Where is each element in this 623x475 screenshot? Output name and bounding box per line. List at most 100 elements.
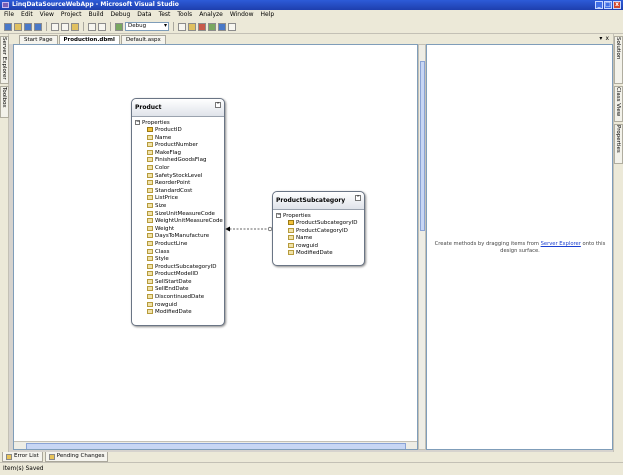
save-icon[interactable] xyxy=(24,22,32,31)
entity-property[interactable]: DiscontinuedDate xyxy=(132,294,224,302)
menu-analyze[interactable]: Analyze xyxy=(199,10,223,20)
tab-list-dropdown-icon[interactable]: ▾ xyxy=(599,35,602,42)
property-name: SellStartDate xyxy=(155,278,192,285)
menu-test[interactable]: Test xyxy=(159,10,171,20)
entity-property[interactable]: ProductSubcategoryID xyxy=(132,263,224,272)
menu-tools[interactable]: Tools xyxy=(177,10,192,20)
entity-property[interactable]: Size xyxy=(132,202,224,211)
new-project-icon[interactable] xyxy=(4,22,12,31)
tab-pending-changes[interactable]: Pending Changes xyxy=(44,452,109,462)
toolbox-icon[interactable] xyxy=(198,22,206,31)
entity-property[interactable]: WeightUnitMeasureCode xyxy=(132,218,224,226)
properties-tab[interactable]: Properties xyxy=(614,124,623,164)
server-explorer-link[interactable]: Server Explorer xyxy=(541,241,581,247)
entity-property[interactable]: MakeFlag xyxy=(132,149,224,158)
entity-property[interactable]: FinishedGoodsFlag xyxy=(132,157,224,165)
tab-controls: ▾ x xyxy=(599,35,609,42)
expander-icon[interactable]: − xyxy=(135,120,140,125)
property-name: Class xyxy=(155,248,170,255)
redo-icon[interactable] xyxy=(98,22,106,31)
scroll-thumb[interactable] xyxy=(420,61,425,231)
menu-file[interactable]: File xyxy=(4,10,14,20)
entity-property[interactable]: SellEndDate xyxy=(132,286,224,294)
properties-icon[interactable] xyxy=(208,22,216,31)
vertical-scrollbar[interactable] xyxy=(418,44,426,450)
tab-production-dbml[interactable]: Production.dbml xyxy=(58,35,120,44)
maximize-button[interactable]: □ xyxy=(604,1,612,9)
expander-icon[interactable]: − xyxy=(276,213,281,218)
collapse-icon[interactable]: ⌃ xyxy=(215,102,221,108)
horizontal-scrollbar[interactable] xyxy=(14,441,417,449)
property-name: DaysToManufacture xyxy=(155,233,210,240)
minimize-button[interactable]: _ xyxy=(595,1,603,9)
entity-product[interactable]: Product ⌃ − Properties ProductID Name Produ… xyxy=(131,98,225,326)
menu-debug[interactable]: Debug xyxy=(111,10,131,20)
entity-property[interactable]: ProductModelID xyxy=(132,271,224,279)
designer-surface[interactable]: Product ⌃ − Properties ProductID Name Produ… xyxy=(13,44,418,450)
entity-property[interactable]: SafetyStockLevel xyxy=(132,172,224,181)
entity-productsubcategory[interactable]: ProductSubcategory ⌃ − Properties Product… xyxy=(272,191,365,266)
undo-icon[interactable] xyxy=(88,22,96,31)
entity-property[interactable]: ProductSubcategoryID xyxy=(273,220,364,228)
entity-property[interactable]: ModifiedDate xyxy=(273,250,364,258)
close-button[interactable]: x xyxy=(613,1,621,9)
entity-property[interactable]: ProductNumber xyxy=(132,142,224,150)
entity-property[interactable]: SellStartDate xyxy=(132,278,224,287)
property-icon xyxy=(147,263,153,269)
tab-error-list[interactable]: Error List xyxy=(2,452,43,462)
entity-property[interactable]: Style xyxy=(132,256,224,264)
menu-edit[interactable]: Edit xyxy=(21,10,33,20)
copy-icon[interactable] xyxy=(61,22,69,31)
menu-project[interactable]: Project xyxy=(61,10,82,20)
entity-property[interactable]: StandardCost xyxy=(132,187,224,196)
find-icon[interactable] xyxy=(178,22,186,31)
menu-view[interactable]: View xyxy=(40,10,54,20)
property-icon xyxy=(147,149,153,155)
menu-help[interactable]: Help xyxy=(261,10,275,20)
toolbar-options-icon[interactable] xyxy=(228,22,236,31)
entity-property[interactable]: Class xyxy=(132,248,224,257)
toolbox-tab[interactable]: Toolbox xyxy=(0,86,9,118)
entity-property[interactable]: rowguid xyxy=(132,301,224,310)
solution-explorer-icon[interactable] xyxy=(188,22,196,31)
scroll-thumb[interactable] xyxy=(26,443,406,449)
entity-property[interactable]: Name xyxy=(132,134,224,143)
menu-window[interactable]: Window xyxy=(230,10,254,20)
paste-icon[interactable] xyxy=(71,22,79,31)
class-view-tab[interactable]: Class View xyxy=(614,86,623,122)
close-document-icon[interactable]: x xyxy=(605,35,609,42)
cut-icon[interactable] xyxy=(51,22,59,31)
properties-section[interactable]: − Properties xyxy=(273,213,364,220)
entity-property[interactable]: ReorderPoint xyxy=(132,180,224,188)
entity-property[interactable]: SizeUnitMeasureCode xyxy=(132,210,224,219)
entity-property[interactable]: ListPrice xyxy=(132,195,224,203)
toolbar-separator xyxy=(83,22,84,31)
tab-label: Error List xyxy=(14,453,39,459)
entity-property[interactable]: Weight xyxy=(132,225,224,234)
solution-explorer-tab[interactable]: Solution Explorer xyxy=(606,36,623,84)
collapse-icon[interactable]: ⌃ xyxy=(355,195,361,201)
tab-default-aspx[interactable]: Default.aspx xyxy=(120,35,166,44)
save-all-icon[interactable] xyxy=(34,22,42,31)
tab-start-page[interactable]: Start Page xyxy=(19,35,58,44)
entity-property[interactable]: Color xyxy=(132,164,224,173)
entity-property[interactable]: ProductLine xyxy=(132,240,224,249)
entity-property[interactable]: rowguid xyxy=(273,242,364,251)
object-browser-icon[interactable] xyxy=(218,22,226,31)
property-icon xyxy=(147,134,153,140)
start-debugging-icon[interactable] xyxy=(115,22,123,31)
entity-title: Product xyxy=(135,104,162,111)
solution-configuration-select[interactable]: Debug xyxy=(125,22,169,31)
entity-property[interactable]: ProductID xyxy=(132,127,224,135)
menu-build[interactable]: Build xyxy=(88,10,103,20)
server-explorer-tab[interactable]: Server Explorer xyxy=(0,36,9,84)
entity-property[interactable]: Name xyxy=(273,235,364,243)
entity-property[interactable]: ModifiedDate xyxy=(132,309,224,317)
entity-property[interactable]: DaysToManufacture xyxy=(132,233,224,241)
properties-section[interactable]: − Properties xyxy=(132,120,224,127)
property-icon xyxy=(147,202,153,208)
methods-pane[interactable]: Create methods by dragging items from Se… xyxy=(426,44,613,450)
add-item-icon[interactable] xyxy=(14,22,22,31)
menu-data[interactable]: Data xyxy=(137,10,151,20)
entity-property[interactable]: ProductCategoryID xyxy=(273,227,364,236)
